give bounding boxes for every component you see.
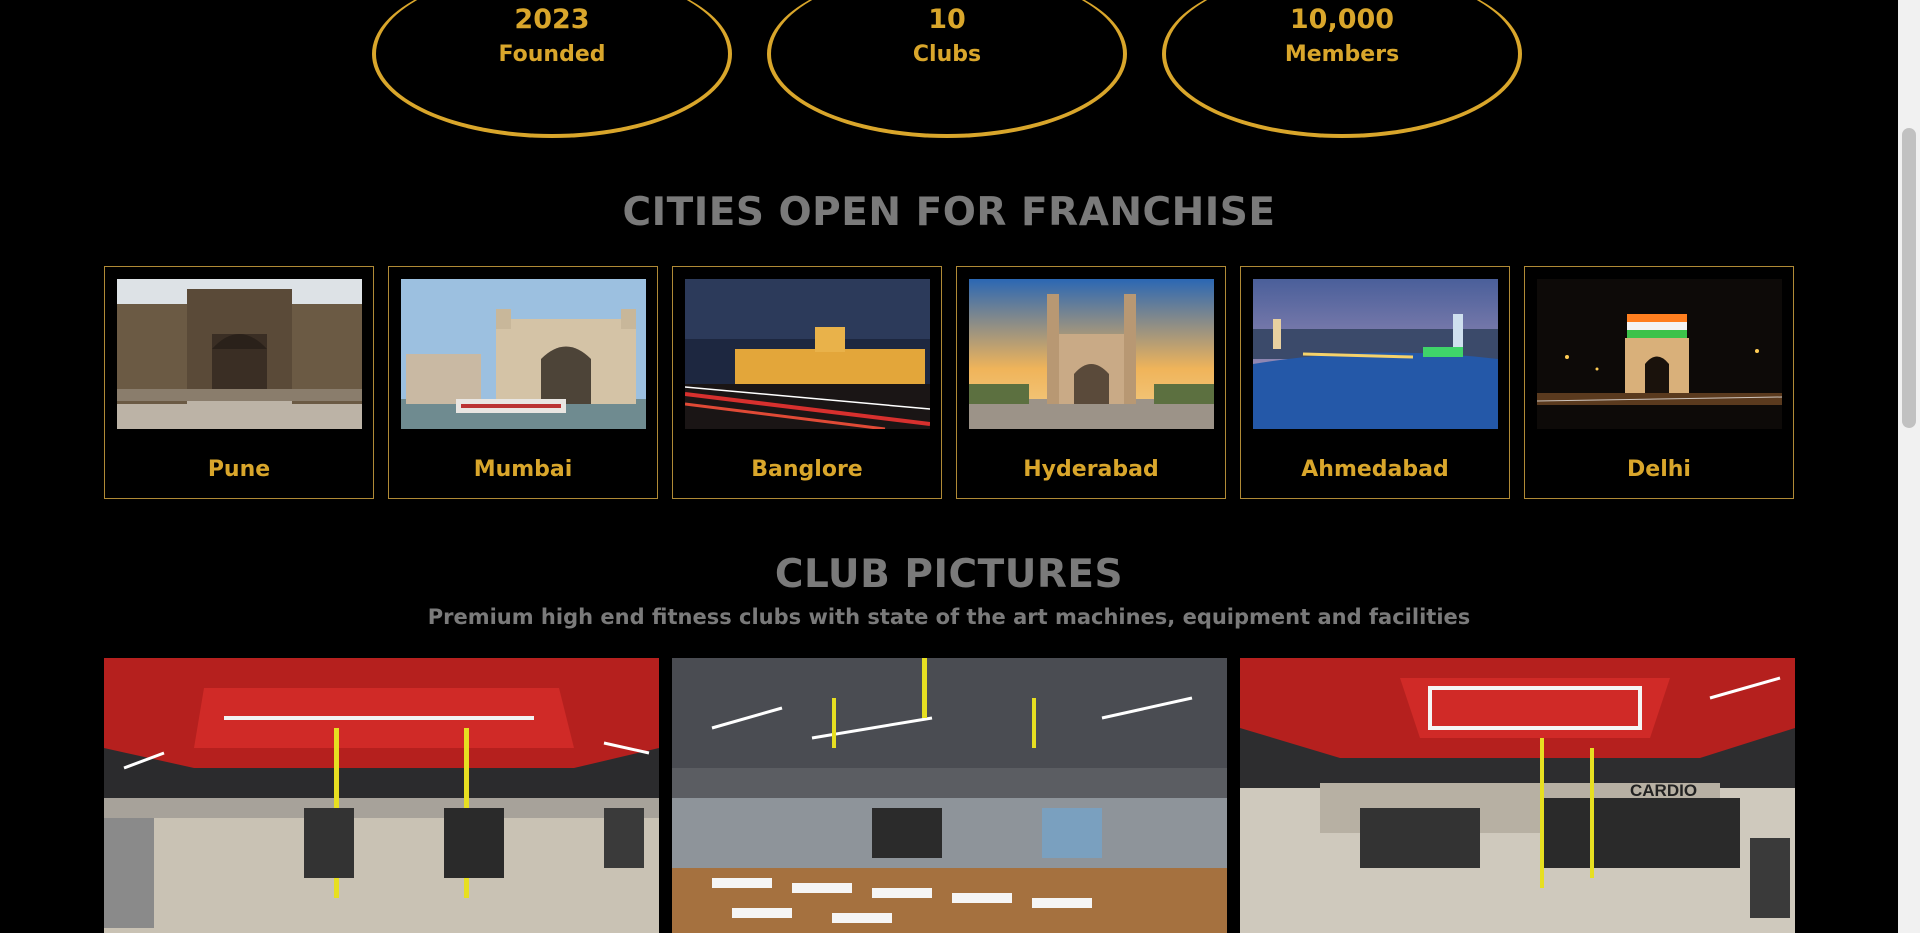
city-name: Pune — [207, 457, 271, 482]
club-pictures-heading: CLUB PICTURES — [774, 552, 1124, 597]
vertical-scrollbar[interactable] — [1898, 0, 1920, 933]
city-name: Ahmedabad — [1301, 457, 1449, 482]
city-card-mumbai[interactable]: Mumbai — [388, 266, 658, 499]
city-photo — [117, 279, 362, 429]
city-name: Hyderabad — [1023, 457, 1159, 482]
club-photo-1[interactable] — [104, 658, 659, 933]
city-photo — [685, 279, 930, 429]
club-pictures-subtitle: Premium high end fitness clubs with stat… — [427, 605, 1471, 629]
city-photo — [1537, 279, 1782, 429]
stat-value: 2023 — [514, 4, 590, 35]
stat-label: Members — [1284, 42, 1400, 67]
stat-founded: 2023 Founded — [372, 0, 732, 138]
stat-clubs: 10 Clubs — [767, 0, 1127, 138]
stat-label: Clubs — [912, 42, 982, 67]
city-photo — [969, 279, 1214, 429]
city-photo — [1253, 279, 1498, 429]
city-card-delhi[interactable]: Delhi — [1524, 266, 1794, 499]
stat-value: 10 — [928, 4, 966, 35]
page: 2023 Founded 10 Clubs 10,000 Members CIT… — [0, 0, 1898, 933]
city-name: Mumbai — [473, 457, 573, 482]
city-name: Delhi — [1627, 457, 1691, 482]
club-photo-2[interactable] — [672, 658, 1227, 933]
city-photo — [401, 279, 646, 429]
city-card-hyderabad[interactable]: Hyderabad — [956, 266, 1226, 499]
city-card-banglore[interactable]: Banglore — [672, 266, 942, 499]
club-photo-3[interactable]: CARDIO — [1240, 658, 1795, 933]
cardio-sign: CARDIO — [1630, 781, 1697, 800]
city-card-pune[interactable]: Pune — [104, 266, 374, 499]
scrollbar-thumb[interactable] — [1902, 128, 1916, 428]
franchise-heading: CITIES OPEN FOR FRANCHISE — [622, 190, 1276, 235]
city-name: Banglore — [751, 457, 863, 482]
stat-value: 10,000 — [1289, 4, 1395, 35]
stat-members: 10,000 Members — [1162, 0, 1522, 138]
city-card-ahmedabad[interactable]: Ahmedabad — [1240, 266, 1510, 499]
stat-label: Founded — [498, 42, 606, 67]
